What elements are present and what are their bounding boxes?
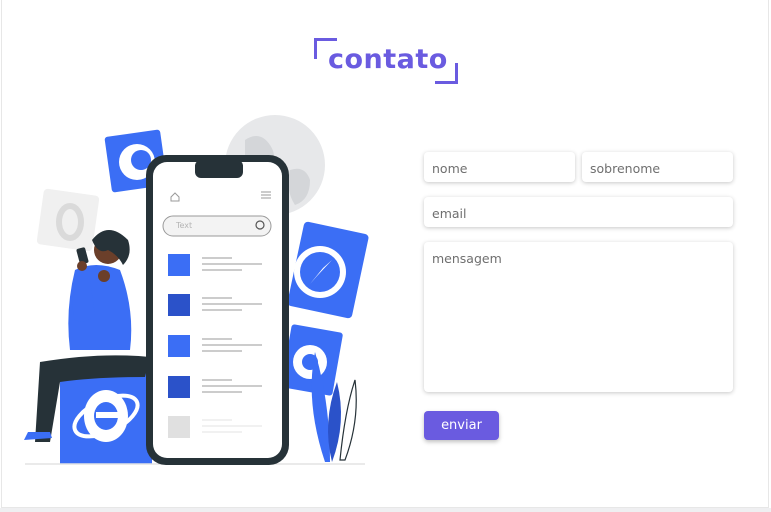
page-bottom-border	[0, 508, 771, 512]
phone-mockup	[146, 155, 289, 465]
opera-icon	[36, 188, 100, 252]
internet-explorer-icon	[60, 366, 152, 464]
last-name-input[interactable]: sobrenome	[582, 152, 733, 182]
contact-illustration	[24, 115, 369, 465]
safari-icon	[287, 221, 369, 319]
title-block: contato	[314, 38, 458, 84]
first-name-input[interactable]: nome	[424, 152, 575, 182]
email-input[interactable]: email	[424, 197, 733, 227]
phone-search-text: Text	[176, 221, 193, 230]
page-title: contato	[328, 44, 448, 75]
message-textarea[interactable]: mensagem	[424, 242, 733, 392]
submit-button[interactable]: enviar	[424, 411, 499, 440]
